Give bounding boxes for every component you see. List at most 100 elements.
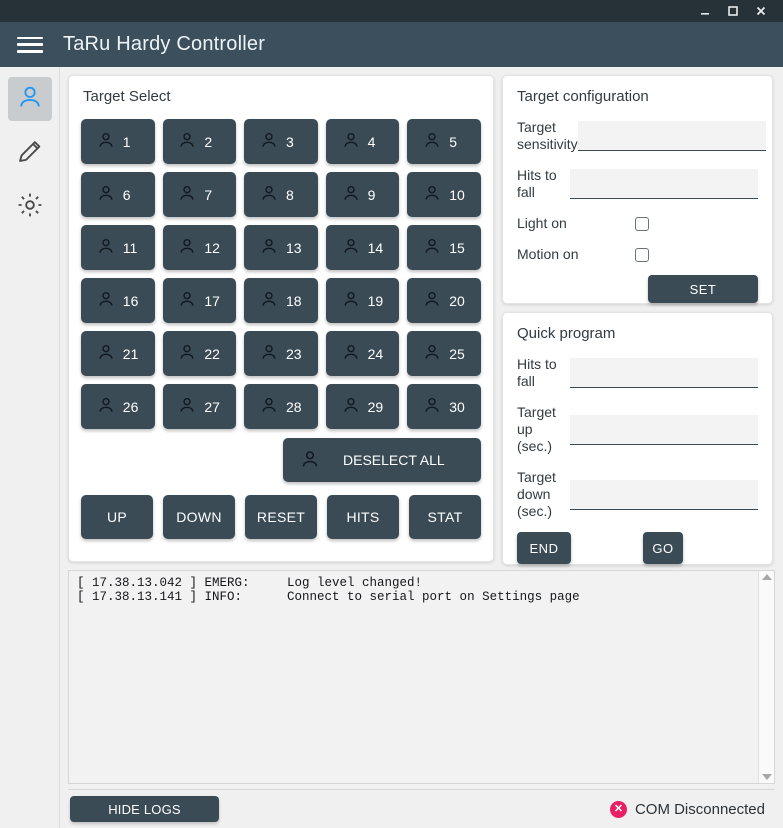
user-icon <box>96 183 116 206</box>
end-button[interactable]: END <box>517 532 571 564</box>
target-number: 11 <box>122 239 138 256</box>
target-number: 10 <box>449 186 465 203</box>
target-number: 4 <box>367 133 376 150</box>
window-title-bar <box>0 0 783 22</box>
hamburger-icon[interactable] <box>17 35 43 55</box>
motion-on-checkbox[interactable] <box>635 247 649 262</box>
user-icon <box>422 130 442 153</box>
target-button[interactable]: 16 <box>81 278 155 323</box>
target-button[interactable]: 21 <box>81 331 155 376</box>
sidebar-item-settings[interactable] <box>8 185 52 229</box>
log-text: [ 17.38.13.042 ] EMERG: Log level change… <box>77 576 580 604</box>
target-button[interactable]: 8 <box>244 172 318 217</box>
gear-icon <box>16 191 44 224</box>
target-button[interactable]: 5 <box>407 119 481 164</box>
target-number: 17 <box>204 292 220 309</box>
close-icon[interactable] <box>747 0 775 22</box>
triangle-down-icon[interactable] <box>761 774 772 781</box>
target-button[interactable]: 28 <box>244 384 318 429</box>
user-icon <box>422 236 442 259</box>
target-number: 25 <box>449 345 465 362</box>
target-button[interactable]: 7 <box>162 172 237 217</box>
motion-on-row: Motion on <box>503 246 772 263</box>
user-icon <box>341 395 361 418</box>
user-icon <box>259 342 279 365</box>
user-icon <box>299 448 321 473</box>
target-button[interactable]: 23 <box>244 331 318 376</box>
user-icon <box>177 289 197 312</box>
action-button-reset[interactable]: RESET <box>245 495 317 539</box>
target-grid: 1 2 3 4 5 6 7 8 9 10 11 12 13 14 15 16 17 18 19 20 21 22 23 24 2… <box>69 105 493 429</box>
target-button[interactable]: 27 <box>162 384 237 429</box>
log-scrollbar[interactable] <box>758 571 774 784</box>
target-button[interactable]: 4 <box>325 119 400 164</box>
user-icon <box>177 130 197 153</box>
action-button-up[interactable]: UP <box>81 495 153 539</box>
target-button[interactable]: 1 <box>81 119 155 164</box>
user-icon <box>341 183 361 206</box>
qp-target-down-input[interactable] <box>570 479 758 510</box>
config-hits-to-fall-input[interactable] <box>570 169 758 199</box>
qp-target-up-input[interactable] <box>570 414 758 445</box>
action-button-stat[interactable]: STAT <box>409 495 481 539</box>
target-button[interactable]: 29 <box>325 384 400 429</box>
target-number: 26 <box>122 398 139 415</box>
qp-target-up-label: Target up (sec.) <box>517 404 556 454</box>
target-button[interactable]: 19 <box>325 278 400 323</box>
page-title: TaRu Hardy Controller <box>63 33 266 55</box>
pencil-icon <box>16 137 44 170</box>
target-number: 7 <box>204 186 213 203</box>
target-button[interactable]: 20 <box>407 278 481 323</box>
maximize-icon[interactable] <box>719 0 747 22</box>
hide-logs-button[interactable]: HIDE LOGS <box>70 796 219 823</box>
target-button[interactable]: 26 <box>81 384 155 429</box>
target-button[interactable]: 9 <box>325 172 400 217</box>
user-icon <box>259 130 279 153</box>
action-button-hits[interactable]: HITS <box>327 495 399 539</box>
target-button[interactable]: 24 <box>325 331 400 376</box>
target-button[interactable]: 18 <box>244 278 318 323</box>
target-button[interactable]: 12 <box>162 225 237 270</box>
target-sensitivity-input[interactable] <box>577 121 766 151</box>
target-button[interactable]: 17 <box>162 278 237 323</box>
user-icon <box>341 342 361 365</box>
quick-program-title: Quick program <box>517 325 616 342</box>
user-icon <box>422 395 442 418</box>
minimize-icon[interactable] <box>691 0 719 22</box>
target-number: 1 <box>122 133 131 150</box>
target-number: 16 <box>122 292 139 309</box>
target-button[interactable]: 22 <box>162 331 237 376</box>
target-number: 19 <box>367 292 384 309</box>
target-button[interactable]: 25 <box>407 331 481 376</box>
target-configuration-panel: Target configuration Target sensitivity … <box>502 75 773 304</box>
app-header: TaRu Hardy Controller <box>0 22 783 67</box>
user-icon <box>259 395 279 418</box>
qp-hits-to-fall-label: Hits to fall <box>517 356 557 389</box>
deselect-all-button[interactable]: DESELECT ALL <box>283 438 481 482</box>
target-button[interactable]: 14 <box>325 225 400 270</box>
qp-hits-to-fall-row: Hits to fall <box>503 356 772 390</box>
set-button[interactable]: SET <box>648 275 758 303</box>
sidebar-item-edit[interactable] <box>8 131 52 175</box>
target-button[interactable]: 11 <box>81 225 155 270</box>
user-icon <box>177 236 197 259</box>
qp-hits-to-fall-input[interactable] <box>570 358 758 388</box>
target-number: 30 <box>449 398 465 415</box>
triangle-up-icon[interactable] <box>761 574 772 580</box>
target-button[interactable]: 6 <box>81 172 155 217</box>
target-number: 27 <box>204 398 220 415</box>
go-button[interactable]: GO <box>643 532 683 564</box>
target-select-panel: Target Select 1 2 3 4 5 6 7 8 9 10 11 12 13 14 15 16 17 1… <box>68 75 494 562</box>
target-button[interactable]: 13 <box>244 225 318 270</box>
user-icon <box>259 183 279 206</box>
action-button-down[interactable]: DOWN <box>163 495 235 539</box>
target-button[interactable]: 3 <box>244 119 318 164</box>
target-button[interactable]: 10 <box>407 172 481 217</box>
connection-status: ✕ COM Disconnected <box>609 800 765 818</box>
light-on-checkbox[interactable] <box>635 216 649 231</box>
target-button[interactable]: 2 <box>162 119 237 164</box>
target-button[interactable]: 30 <box>407 384 481 429</box>
sidebar-item-user[interactable] <box>7 77 52 121</box>
motion-on-label: Motion on <box>517 246 579 262</box>
target-button[interactable]: 15 <box>407 225 481 270</box>
